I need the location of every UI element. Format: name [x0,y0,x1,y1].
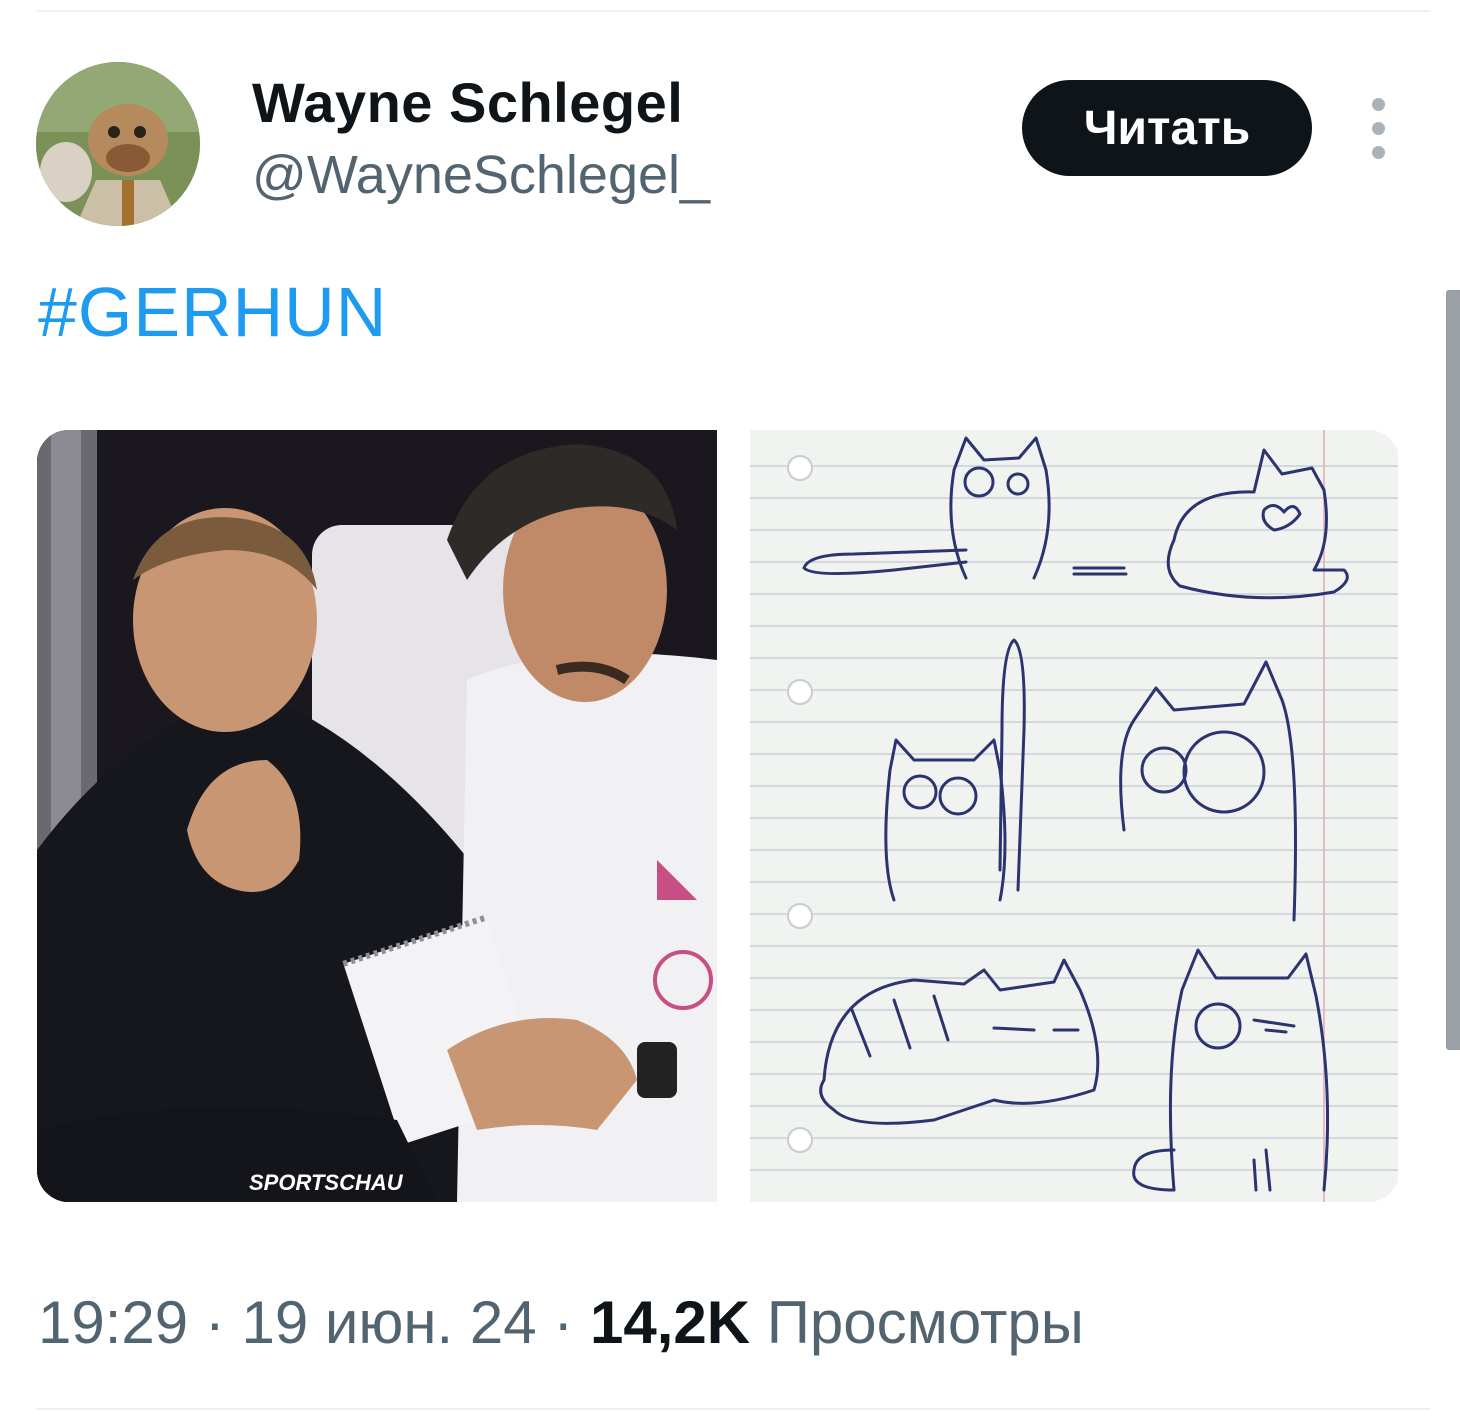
author-avatar[interactable] [36,62,200,226]
follow-button[interactable]: Читать [1022,80,1312,176]
views-count: 14,2K [589,1289,751,1356]
tweet-metadata: 19:29 · 19 июн. 24 · 14,2K Просмотры [38,1288,1084,1357]
tweet-date[interactable]: 19 июн. 24 [241,1289,536,1356]
meta-separator-2: · [553,1289,574,1356]
tweet-photo-cat-doodles[interactable] [734,430,1400,1202]
meta-separator-1: · [204,1289,225,1356]
cat-doodles-image [750,430,1398,1202]
coaches-image: SPORTSCHAU [37,430,717,1202]
avatar-image [36,62,200,226]
top-divider [36,10,1430,12]
more-options-icon[interactable] [1362,98,1396,160]
tweet-photo-coaches[interactable]: SPORTSCHAU [37,430,717,1202]
views-label[interactable]: Просмотры [767,1289,1084,1356]
tweet-time[interactable]: 19:29 [38,1289,188,1356]
author-name[interactable]: Wayne Schlegel [252,70,683,135]
author-handle[interactable]: @WayneSchlegel_ [252,144,710,206]
sportschau-watermark: SPORTSCHAU [249,1170,404,1195]
scrollbar[interactable] [1446,290,1460,1050]
bottom-divider [36,1408,1430,1410]
hashtag-link[interactable]: #GERHUN [38,272,387,352]
